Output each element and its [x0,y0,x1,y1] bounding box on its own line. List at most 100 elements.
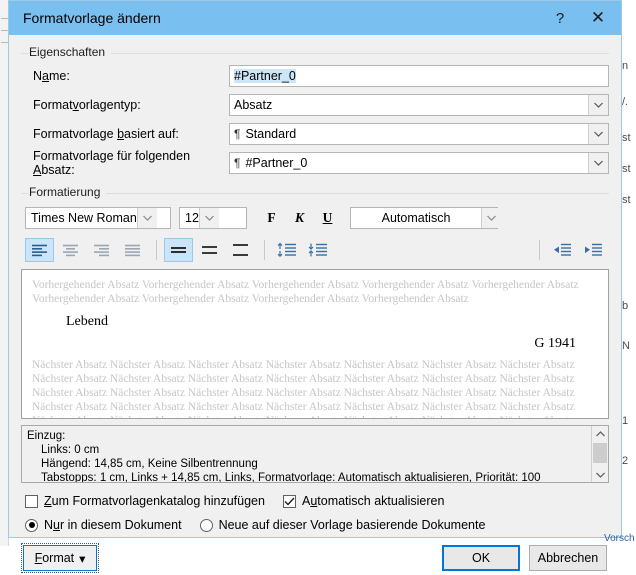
line-spacing-double-button[interactable] [226,238,255,262]
paragraph-toolbar [21,235,609,265]
dialog-titlebar: Formatvorlage ändern ? ✕ [9,1,621,35]
help-icon[interactable]: ? [541,2,579,34]
new-documents-label: Neue auf dieser Vorlage basierende Dokum… [218,518,486,532]
cancel-button[interactable]: Abbrechen [529,545,607,571]
line-spacing-1_5-button[interactable] [195,238,224,262]
pilcrow-icon: ¶ [234,155,241,170]
preview-before-text: Vorhergehender Absatz Vorhergehender Abs… [32,279,579,305]
scrollbar-thumb[interactable] [593,443,607,463]
properties-group-label: Eigenschaften [29,45,112,59]
indent-decrease-button[interactable] [547,238,576,262]
background-fragment: b [622,300,629,312]
description-line: Hängend: 14,85 cm, Keine Silbentrennung [41,458,258,470]
chevron-down-icon[interactable] [198,208,219,228]
line-spacing-single-button[interactable] [164,238,193,262]
based-on-value: Standard [245,126,297,141]
description-line: Links: 0 cm [41,444,100,456]
bold-button[interactable]: F [259,207,284,229]
italic-button[interactable]: K [287,207,312,229]
based-on-label: Formatvorlage basiert auf: [33,126,179,141]
description-text: Einzug: Links: 0 cm Hängend: 14,85 cm, K… [22,426,591,482]
scroll-up-icon[interactable] [595,426,605,441]
style-type-label: Formatvorlagentyp: [33,97,141,112]
underline-button[interactable]: U [315,207,340,229]
background-fragment: 2 [622,455,629,467]
spacing-after-increase-button[interactable] [303,238,332,262]
description-line: Tabstopps: 1 cm, Links + 14,85 cm, Links… [41,472,541,482]
radio-dot [28,522,35,528]
align-left-button[interactable] [25,238,54,262]
based-on-row: Formatvorlage basiert auf: ¶ Standard [21,121,609,146]
font-size-combo[interactable]: 12 [179,207,247,229]
font-toolbar: Times New Roman 12 F K U Automatisch [21,205,609,231]
chevron-down-icon[interactable] [588,152,608,173]
dialog-footer: Format ▾ OK Abbrechen [21,541,609,575]
name-input[interactable]: #Partner_0 [229,64,609,87]
format-button-label: Format [34,551,75,565]
formatting-group: Formatierung Times New Roman 12 F K U Au… [21,185,609,265]
radio-options-row: Nur in diesem Dokument Neue auf dieser V… [25,515,609,535]
description-scrollbar[interactable] [591,426,608,482]
style-options: Zum Formatvorlagenkatalog hinzufügen Aut… [21,491,609,535]
chevron-down-icon[interactable] [481,208,501,228]
new-documents-radio[interactable] [199,518,213,532]
dialog-title: Formatvorlage ändern [23,10,161,26]
based-on-combo[interactable]: ¶ Standard [229,122,609,145]
chevron-down-icon[interactable] [588,94,608,115]
style-type-value: Absatz [234,97,273,112]
align-right-button[interactable] [87,238,116,262]
toolbar-separator [156,240,157,260]
background-fragment: st [622,163,631,175]
properties-group: Eigenschaften Name: #Partner_0 Formatvor… [21,45,609,177]
align-justify-button[interactable] [118,238,147,262]
style-type-combo[interactable]: Absatz [229,93,609,116]
add-to-gallery-checkbox[interactable] [25,494,38,508]
next-style-value: #Partner_0 [245,155,308,170]
font-name-value: Times New Roman [31,211,137,225]
style-description: Einzug: Links: 0 cm Hängend: 14,85 cm, K… [21,425,609,483]
chevron-down-icon[interactable] [588,123,608,144]
group-divider [21,193,609,194]
font-name-combo[interactable]: Times New Roman [25,207,171,229]
background-fragment: n [622,60,629,72]
preview-sample-line-2: G 1941 [534,336,576,351]
ok-button[interactable]: OK [442,545,520,571]
next-style-row: Formatvorlage für folgenden Absatz: ¶ #P… [21,148,609,177]
close-icon[interactable]: ✕ [579,2,617,34]
auto-update-label: Automatisch aktualisieren [301,494,445,508]
style-type-row: Formatvorlagentyp: Absatz [21,92,609,117]
indent-increase-button[interactable] [578,238,607,262]
preview-sample-line-1: Lebend [66,314,108,329]
formatting-group-label: Formatierung [29,185,107,199]
name-label: Name: [33,68,70,83]
background-fragment: /. [622,96,629,108]
scroll-down-icon[interactable] [595,467,605,482]
align-center-button[interactable] [56,238,85,262]
gutter-mark [1,18,8,19]
gutter-mark [1,42,8,43]
font-size-value: 12 [185,211,199,225]
background-fragment: 1 [622,415,629,427]
dialog-body: Eigenschaften Name: #Partner_0 Formatvor… [9,35,621,575]
name-input-value: #Partner_0 [234,68,296,83]
background-preview-label: Vorschau a [604,533,634,544]
description-line: Einzug: [27,430,66,442]
chevron-down-icon[interactable] [136,208,157,228]
this-document-radio[interactable] [25,518,38,532]
spacing-before-decrease-button[interactable] [272,238,301,262]
checkbox-options-row: Zum Formatvorlagenkatalog hinzufügen Aut… [25,491,609,511]
format-button[interactable]: Format ▾ [21,543,99,573]
toolbar-separator [539,240,540,260]
this-document-label: Nur in diesem Dokument [44,518,182,532]
auto-update-checkbox[interactable] [282,494,296,508]
gutter-mark [1,30,8,31]
next-style-label: Formatvorlage für folgenden Absatz: [33,148,191,177]
pilcrow-icon: ¶ [234,126,241,141]
next-style-combo[interactable]: ¶ #Partner_0 [229,151,609,174]
font-color-combo[interactable]: Automatisch [350,207,501,229]
font-color-value: Automatisch [381,211,451,225]
background-fragment: N [622,340,630,352]
preview-after-text: Nächster Absatz Nächster Absatz Nächster… [32,359,575,418]
add-to-gallery-label: Zum Formatvorlagenkatalog hinzufügen [44,494,265,508]
caret-down-icon: ▾ [79,551,86,566]
